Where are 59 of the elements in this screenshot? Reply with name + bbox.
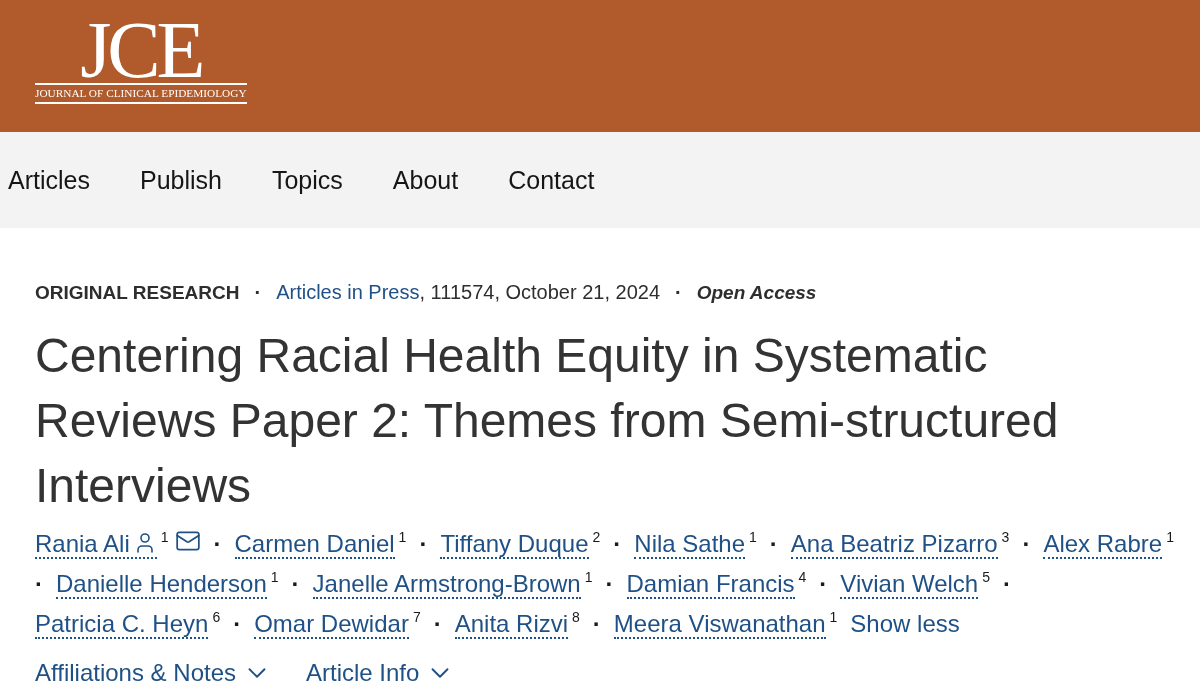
- author-link[interactable]: Janelle Armstrong-Brown: [312, 570, 581, 599]
- affiliation-number: 5: [982, 569, 990, 585]
- separator-dot: ·: [213, 529, 222, 559]
- separator-dot: ·: [592, 609, 601, 639]
- separator-dot: ·: [233, 609, 242, 639]
- affiliation-number: 7: [412, 609, 421, 625]
- affiliation-number: 1: [749, 529, 757, 545]
- affiliation-number: 1: [1166, 529, 1174, 545]
- affiliation-number: 1: [584, 569, 593, 585]
- separator-dot: ·: [613, 529, 622, 559]
- show-less-link[interactable]: Show less: [850, 604, 960, 644]
- article-title: Centering Racial Health Equity in Systematic Reviews Paper 2: Themes from Semi-structured Interviews: [35, 328, 1060, 514]
- separator-dot: ·: [769, 529, 778, 559]
- separator-dot: ·: [1022, 529, 1031, 559]
- logo-title: JOURNAL OF CLINICAL EPIDEMIOLOGY: [35, 86, 247, 101]
- separator-dot: ·: [291, 569, 300, 599]
- separator-dot: ·: [419, 529, 428, 559]
- author-link[interactable]: Ana Beatriz Pizarro: [790, 530, 998, 559]
- nav-link[interactable]: Articles: [8, 165, 90, 195]
- author-link[interactable]: Carmen Daniel: [234, 530, 395, 559]
- affiliation-number: 1: [160, 529, 169, 545]
- open-access-label: Open Access: [696, 281, 817, 305]
- author-link[interactable]: Rania Ali: [35, 530, 157, 559]
- section-toggle[interactable]: Affiliations & Notes: [35, 658, 272, 688]
- separator-dot: ·: [35, 569, 43, 599]
- affiliation-number: 6: [212, 609, 221, 625]
- separator-dot: ·: [254, 280, 262, 304]
- affiliation-number: 1: [398, 529, 407, 545]
- nav-link[interactable]: Publish: [139, 165, 222, 195]
- author-link[interactable]: Nila Sathe: [634, 530, 746, 559]
- article-details: , 111574, October 21, 2024: [419, 280, 661, 304]
- author-link[interactable]: Vivian Welch: [840, 570, 979, 599]
- affiliation-number: 1: [270, 569, 279, 585]
- affiliation-number: 3: [1001, 529, 1010, 545]
- separator-dot: ·: [675, 280, 682, 304]
- author-link[interactable]: Anita Rizvi: [454, 610, 569, 639]
- author-link[interactable]: Damian Francis: [626, 570, 795, 599]
- nav-link[interactable]: About: [392, 165, 459, 195]
- mail-icon[interactable]: [174, 528, 201, 554]
- separator-dot: ·: [605, 569, 614, 599]
- issue-link[interactable]: Articles in Press: [276, 280, 420, 304]
- author-link[interactable]: Patricia C. Heyn: [35, 610, 209, 639]
- affiliation-number: 4: [798, 569, 807, 585]
- separator-dot: ·: [1003, 569, 1011, 599]
- separator-dot: ·: [433, 609, 442, 639]
- author-link[interactable]: Danielle Henderson: [56, 570, 267, 599]
- article-type: ORIGINAL RESEARCH: [35, 281, 240, 305]
- nav-link[interactable]: Contact: [508, 165, 595, 195]
- affiliation-number: 8: [572, 609, 580, 625]
- section-toggle[interactable]: Article Info: [306, 658, 456, 688]
- author-link[interactable]: Tiffany Duque: [440, 530, 589, 559]
- separator-dot: ·: [819, 569, 828, 599]
- author-link[interactable]: Meera Viswanathan: [613, 610, 826, 639]
- author-link[interactable]: Omar Dewidar: [254, 610, 409, 639]
- affiliation-number: 2: [592, 529, 601, 545]
- affiliation-number: 1: [829, 609, 838, 625]
- author-link[interactable]: Alex Rabre: [1043, 530, 1163, 559]
- nav-link[interactable]: Topics: [271, 165, 343, 195]
- logo-mark: JCE: [80, 17, 202, 83]
